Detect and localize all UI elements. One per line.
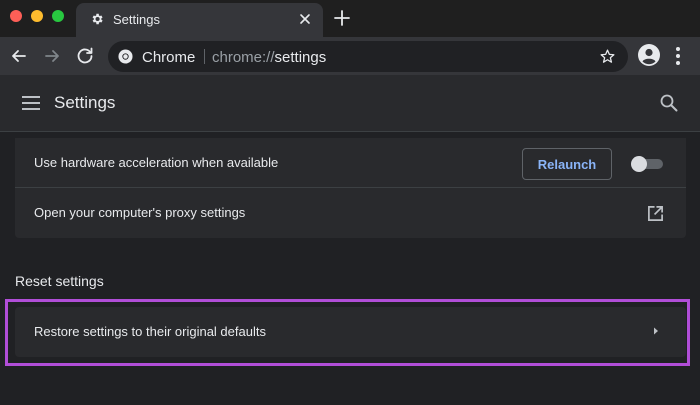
toggle-knob xyxy=(631,156,647,172)
restore-defaults-label: Restore settings to their original defau… xyxy=(34,324,266,339)
external-link-icon[interactable] xyxy=(647,205,664,222)
tab-strip: Settings xyxy=(0,0,700,37)
profile-avatar-icon[interactable] xyxy=(638,44,660,66)
system-settings-card: Use hardware acceleration when available… xyxy=(15,138,686,238)
bookmark-star-icon[interactable] xyxy=(599,48,616,65)
settings-header: Settings xyxy=(0,75,700,132)
search-icon[interactable] xyxy=(660,94,678,112)
hardware-acceleration-label: Use hardware acceleration when available xyxy=(34,155,279,170)
tab-title: Settings xyxy=(113,12,160,27)
minimize-window-button[interactable] xyxy=(31,10,43,22)
hamburger-menu-icon[interactable] xyxy=(22,96,40,110)
hardware-acceleration-row: Use hardware acceleration when available… xyxy=(15,138,686,188)
hardware-acceleration-toggle[interactable] xyxy=(631,156,663,172)
chevron-right-icon xyxy=(654,327,658,335)
forward-arrow-icon[interactable] xyxy=(42,46,62,66)
browser-toolbar: Chrome chrome://settings xyxy=(0,37,700,75)
proxy-settings-row[interactable]: Open your computer's proxy settings xyxy=(15,188,686,238)
maximize-window-button[interactable] xyxy=(52,10,64,22)
proxy-settings-label: Open your computer's proxy settings xyxy=(34,205,246,220)
url-scheme: chrome:// xyxy=(212,49,275,66)
site-label: Chrome xyxy=(142,49,196,66)
omnibox-divider xyxy=(204,49,205,64)
more-menu-icon[interactable] xyxy=(675,46,681,66)
page-title: Settings xyxy=(54,93,116,112)
address-bar[interactable]: Chrome chrome://settings xyxy=(108,41,628,72)
gear-icon xyxy=(92,13,103,25)
new-tab-icon[interactable] xyxy=(334,10,350,26)
relaunch-button[interactable]: Relaunch xyxy=(522,148,612,180)
tab-settings[interactable]: Settings xyxy=(76,3,323,37)
reload-icon[interactable] xyxy=(75,46,95,66)
url-host: settings xyxy=(274,49,327,66)
close-icon[interactable] xyxy=(297,11,313,27)
chrome-logo-icon xyxy=(118,49,133,64)
url-text: chrome://settings xyxy=(212,49,326,66)
restore-defaults-row[interactable]: Restore settings to their original defau… xyxy=(15,307,686,357)
close-window-button[interactable] xyxy=(10,10,22,22)
reset-settings-heading: Reset settings xyxy=(15,273,104,289)
back-arrow-icon[interactable] xyxy=(9,46,29,66)
